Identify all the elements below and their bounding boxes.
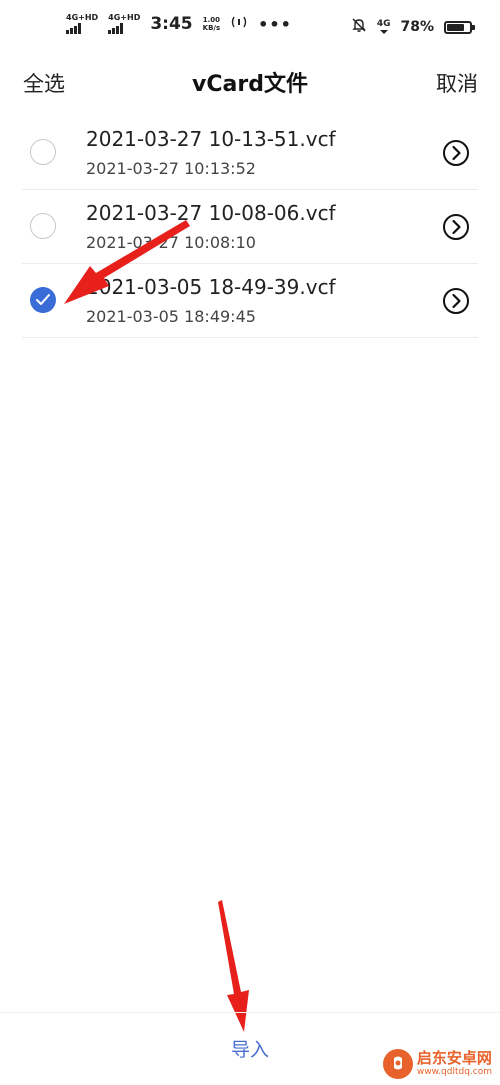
chevron-right-circle-icon[interactable] xyxy=(442,139,470,167)
file-name: 2021-03-27 10-08-06.vcf xyxy=(86,201,336,225)
bottom-bar: 导入 启东安卓网 www.qdltdq.com xyxy=(0,1012,500,1085)
status-left: 4G+HD 4G+HD 3:45 1.00 KB/s ••• xyxy=(66,14,292,34)
file-list-item[interactable]: 2021-03-27 10-08-06.vcf 2021-03-27 10:08:… xyxy=(22,190,478,264)
status-right: 4G 78% xyxy=(351,17,475,37)
watermark-url: www.qdltdq.com xyxy=(416,1067,492,1077)
header: 全选 vCard文件 取消 xyxy=(0,56,500,112)
watermark: 启东安卓网 www.qdltdq.com xyxy=(382,1049,492,1079)
file-list: 2021-03-27 10-13-51.vcf 2021-03-27 10:13:… xyxy=(0,116,500,338)
battery-percent: 78% xyxy=(400,19,434,35)
unchecked-radio-icon[interactable] xyxy=(30,139,56,165)
file-date: 2021-03-27 10:13:52 xyxy=(86,159,256,178)
watermark-logo-icon xyxy=(382,1049,413,1079)
mobile-data-icon: 4G xyxy=(376,18,391,35)
signal-icon-2: 4G+HD xyxy=(108,14,140,34)
hotspot-icon xyxy=(230,15,248,33)
checked-radio-icon[interactable] xyxy=(30,287,56,313)
battery-icon xyxy=(444,20,475,34)
network-type-2: 4G+HD xyxy=(108,13,141,22)
mute-bell-icon xyxy=(351,17,367,37)
status-bar: 4G+HD 4G+HD 3:45 1.00 KB/s ••• 4G 78% xyxy=(0,0,500,56)
file-date: 2021-03-27 10:08:10 xyxy=(86,233,256,252)
signal-icon-1: 4G+HD xyxy=(66,14,98,34)
network-speed-unit: KB/s xyxy=(202,24,221,32)
network-speed: 1.00 KB/s xyxy=(203,16,220,32)
file-name: 2021-03-05 18-49-39.vcf xyxy=(86,275,336,299)
status-time: 3:45 xyxy=(150,14,193,34)
file-name: 2021-03-27 10-13-51.vcf xyxy=(86,127,336,151)
chevron-right-circle-icon[interactable] xyxy=(442,287,470,315)
more-notifications-icon: ••• xyxy=(258,14,292,34)
cancel-button[interactable]: 取消 xyxy=(436,68,478,98)
watermark-name: 启东安卓网 xyxy=(416,1049,492,1067)
network-type-1: 4G+HD xyxy=(66,13,99,22)
network-type-right: 4G xyxy=(376,18,391,29)
unchecked-radio-icon[interactable] xyxy=(30,213,56,239)
file-date: 2021-03-05 18:49:45 xyxy=(86,307,256,326)
file-list-item[interactable]: 2021-03-05 18-49-39.vcf 2021-03-05 18:49:… xyxy=(22,264,478,338)
network-speed-value: 1.00 xyxy=(202,16,221,24)
chevron-right-circle-icon[interactable] xyxy=(442,213,470,241)
page-title: vCard文件 xyxy=(192,72,308,97)
file-list-item[interactable]: 2021-03-27 10-13-51.vcf 2021-03-27 10:13:… xyxy=(22,116,478,190)
